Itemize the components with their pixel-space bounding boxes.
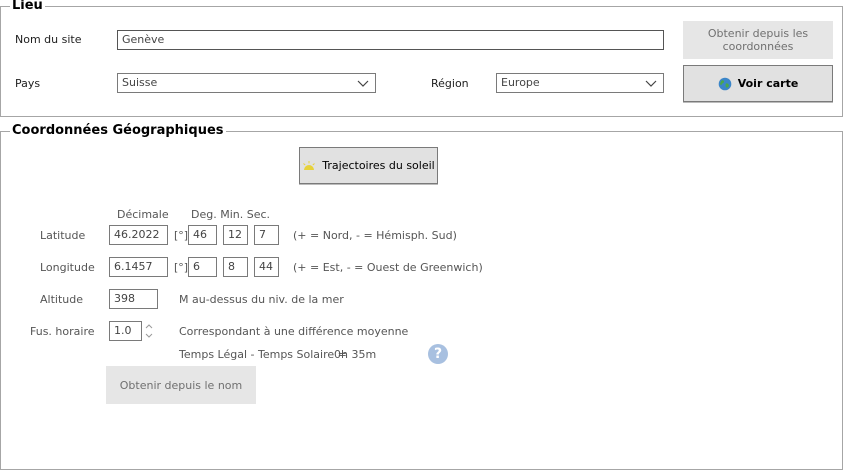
time-diff-label: Temps Légal - Temps Solaire =: [179, 348, 347, 361]
time-diff-value: 0h 35m: [334, 348, 377, 361]
region-select-value: Europe: [501, 76, 540, 89]
fuseau-label: Fus. horaire: [30, 325, 95, 338]
fuseau-spinner[interactable]: [144, 321, 154, 341]
trajectoires-label: Trajectoires du soleil: [322, 159, 435, 172]
chevron-down-icon: [357, 80, 369, 87]
dms-header: Deg. Min. Sec.: [191, 208, 271, 221]
latitude-hint: (+ = Nord, - = Hémisph. Sud): [293, 229, 457, 242]
latitude-deg-input[interactable]: 46: [188, 225, 217, 245]
voir-carte-label: Voir carte: [737, 77, 799, 90]
longitude-decimal-input[interactable]: 6.1457: [109, 257, 168, 277]
site-input[interactable]: Genève: [117, 30, 664, 50]
help-icon[interactable]: ?: [428, 344, 448, 364]
latitude-decimal-input[interactable]: 46.2022: [109, 225, 168, 245]
globe-icon: [718, 77, 732, 90]
trajectoires-button[interactable]: Trajectoires du soleil: [299, 147, 438, 184]
region-label: Région: [431, 77, 469, 90]
latitude-min-input[interactable]: 12: [223, 225, 248, 245]
pays-select[interactable]: Suisse: [117, 73, 376, 93]
altitude-label: Altitude: [40, 293, 83, 306]
altitude-hint: M au-dessus du niv. de la mer: [179, 293, 344, 306]
altitude-input[interactable]: 398: [109, 289, 158, 309]
voir-carte-button[interactable]: Voir carte: [683, 65, 833, 102]
pays-label: Pays: [15, 77, 41, 90]
site-label: Nom du site: [15, 33, 82, 46]
obtain-from-name-button[interactable]: Obtenir depuis le nom: [106, 366, 256, 404]
fuseau-hint: Correspondant à une différence moyenne: [179, 325, 409, 338]
pays-select-value: Suisse: [122, 76, 158, 89]
longitude-hint: (+ = Est, - = Ouest de Greenwich): [293, 261, 483, 274]
obtain-from-coordinates-button[interactable]: Obtenir depuis les coordonnées: [683, 21, 833, 59]
region-select[interactable]: Europe: [496, 73, 664, 93]
fuseau-input[interactable]: 1.0: [109, 321, 142, 341]
longitude-degree-unit: [°]: [174, 261, 189, 274]
longitude-label: Longitude: [40, 261, 95, 274]
longitude-min-input[interactable]: 8: [223, 257, 248, 277]
lieu-legend: Lieu: [10, 0, 45, 13]
latitude-label: Latitude: [40, 229, 86, 242]
sun-icon: [303, 160, 316, 170]
latitude-sec-input[interactable]: 7: [254, 225, 279, 245]
longitude-deg-input[interactable]: 6: [188, 257, 217, 277]
chevron-down-icon: [645, 80, 657, 87]
coords-legend: Coordonnées Géographiques: [10, 123, 226, 138]
longitude-sec-input[interactable]: 44: [254, 257, 279, 277]
decimal-header: Décimale: [117, 208, 169, 221]
latitude-degree-unit: [°]: [174, 229, 189, 242]
